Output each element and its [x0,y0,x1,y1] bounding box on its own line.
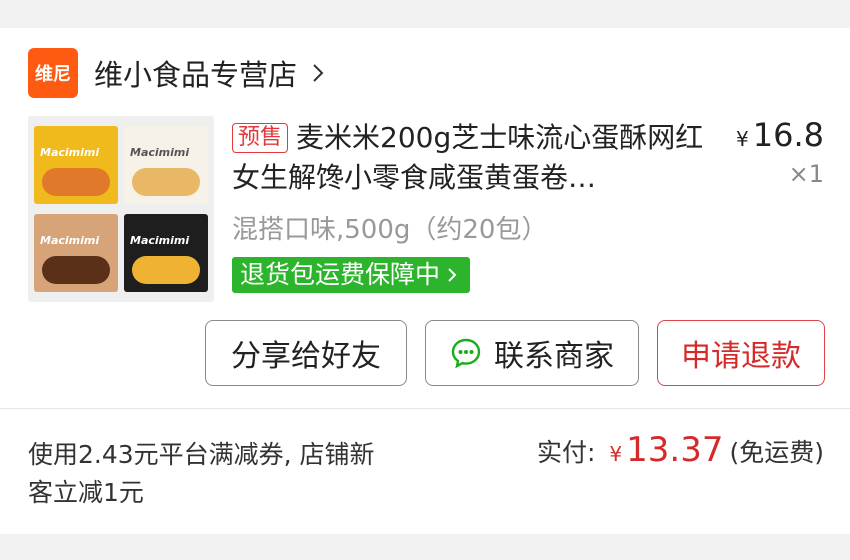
contact-seller-label: 联系商家 [494,339,614,374]
pack-image: Macimimi [124,214,208,292]
divider [0,408,850,409]
pack-brand: Macimimi [130,146,190,159]
free-shipping-note: (免运费) [729,438,824,467]
coupon-discount-text: 使用2.43元平台满减券, 店铺新客立减1元 [28,440,375,507]
product-title[interactable]: 预售 麦米米200g芝士味流心蛋酥网红女生解馋小零食咸蛋黄蛋卷… [232,118,712,198]
price-currency: ¥ [736,127,749,151]
price-value: 16.8 [752,116,824,154]
contact-seller-button[interactable]: 联系商家 [425,320,639,386]
product-thumbnail[interactable]: Macimimi Macimimi Macimimi Macimimi [28,116,214,302]
pack-image: Macimimi [124,126,208,204]
product-quantity: ×1 [788,160,824,188]
paid-amount: 13.37 [626,430,724,470]
refund-button[interactable]: 申请退款 [657,320,825,386]
store-header[interactable]: 维尼 维小食品专营店 [28,48,329,98]
share-button[interactable]: 分享给好友 [205,320,407,386]
chat-bubble-icon [451,338,481,369]
chevron-right-icon [448,268,457,282]
order-card: 维尼 维小食品专营店 Macimimi Macimimi Macimimi Ma… [0,28,850,534]
store-name[interactable]: 维小食品专营店 [94,52,297,94]
pack-image: Macimimi [34,214,118,292]
pack-image: Macimimi [34,126,118,204]
presale-badge: 预售 [232,123,289,153]
chevron-right-icon [313,64,324,82]
paid-label: 实付: [536,438,596,467]
product-title-text: 麦米米200g芝士味流心蛋酥网红女生解馋小零食咸蛋黄蛋卷… [232,121,704,194]
guarantee-label: 退货包运费保障中 [240,260,441,289]
pack-brand: Macimimi [40,146,100,159]
pack-brand: Macimimi [130,234,190,247]
paid-currency: ¥ [609,442,623,466]
product-variant: 混搭口味,500g（约20包） [232,215,548,245]
store-logo: 维尼 [28,48,78,98]
pack-brand: Macimimi [40,234,100,247]
amount-paid: 实付: ¥ 13.37 (免运费) [537,430,824,470]
product-price: ¥16.8 [736,116,824,154]
shipping-guarantee-badge[interactable]: 退货包运费保障中 [232,257,471,293]
